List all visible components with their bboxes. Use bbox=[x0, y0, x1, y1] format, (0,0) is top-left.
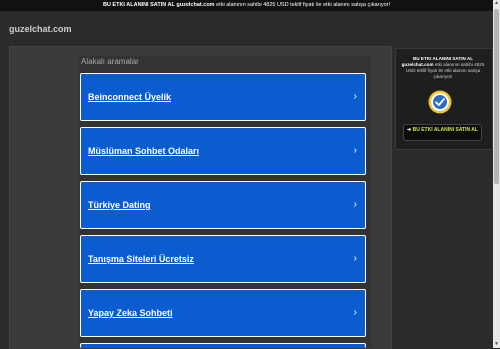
chevron-right-icon: › bbox=[353, 145, 357, 156]
chevron-right-icon: › bbox=[353, 91, 357, 102]
related-searches-title: Alakalı aramalar bbox=[81, 57, 139, 66]
related-search-label: Yapay Zeka Sohbeti bbox=[88, 308, 173, 318]
sale-offer-domain: guzelchat.com bbox=[401, 62, 434, 67]
related-search-link[interactable]: Müslüman Sohbet Odaları › bbox=[80, 127, 366, 175]
verified-seal-icon bbox=[428, 90, 452, 114]
scroll-down-icon[interactable]: ▼ bbox=[493, 341, 500, 348]
scroll-up-icon[interactable]: ▲ bbox=[493, 0, 500, 7]
chevron-right-icon: › bbox=[353, 199, 357, 210]
sale-offer-text: BU ETKI ALANINI SATIN AL guzelchat.com e… bbox=[399, 56, 487, 80]
banner-message: etki alanının sahibi 4825 USD teklif fiy… bbox=[216, 2, 391, 8]
chevron-right-icon: › bbox=[353, 253, 357, 264]
related-search-link[interactable] bbox=[80, 343, 366, 348]
buy-domain-button-label: BU ETKI ALANINI SATIN AL bbox=[412, 126, 478, 133]
banner-domain: guzelchat.com bbox=[176, 2, 215, 8]
related-search-label: Tanışma Siteleri Ücretsiz bbox=[88, 254, 194, 264]
top-banner: BU ETKI ALANINI SATIN AL guzelchat.com e… bbox=[0, 0, 493, 11]
site-name[interactable]: guzelchat.com bbox=[9, 24, 72, 34]
related-search-label: Beinconnect Üyelik bbox=[88, 92, 172, 102]
related-search-link[interactable]: Türkiye Dating › bbox=[80, 181, 366, 229]
related-search-link[interactable]: Yapay Zeka Sohbeti › bbox=[80, 289, 366, 337]
scrollbar-thumb[interactable] bbox=[494, 9, 499, 184]
related-search-label: Müslüman Sohbet Odaları bbox=[88, 146, 200, 156]
chevron-right-icon: › bbox=[353, 307, 357, 318]
related-search-link[interactable]: Beinconnect Üyelik › bbox=[80, 73, 366, 121]
related-search-label: Türkiye Dating bbox=[88, 200, 151, 210]
banner-buy-text: BU ETKI ALANINI SATIN AL bbox=[102, 2, 175, 8]
arrow-right-icon: ➔ bbox=[407, 126, 412, 133]
related-search-link[interactable]: Tanışma Siteleri Ücretsiz › bbox=[80, 235, 366, 283]
buy-domain-button[interactable]: ➔ BU ETKI ALANINI SATIN AL bbox=[403, 124, 482, 141]
vertical-scrollbar[interactable]: ▲ ▼ bbox=[493, 0, 500, 348]
